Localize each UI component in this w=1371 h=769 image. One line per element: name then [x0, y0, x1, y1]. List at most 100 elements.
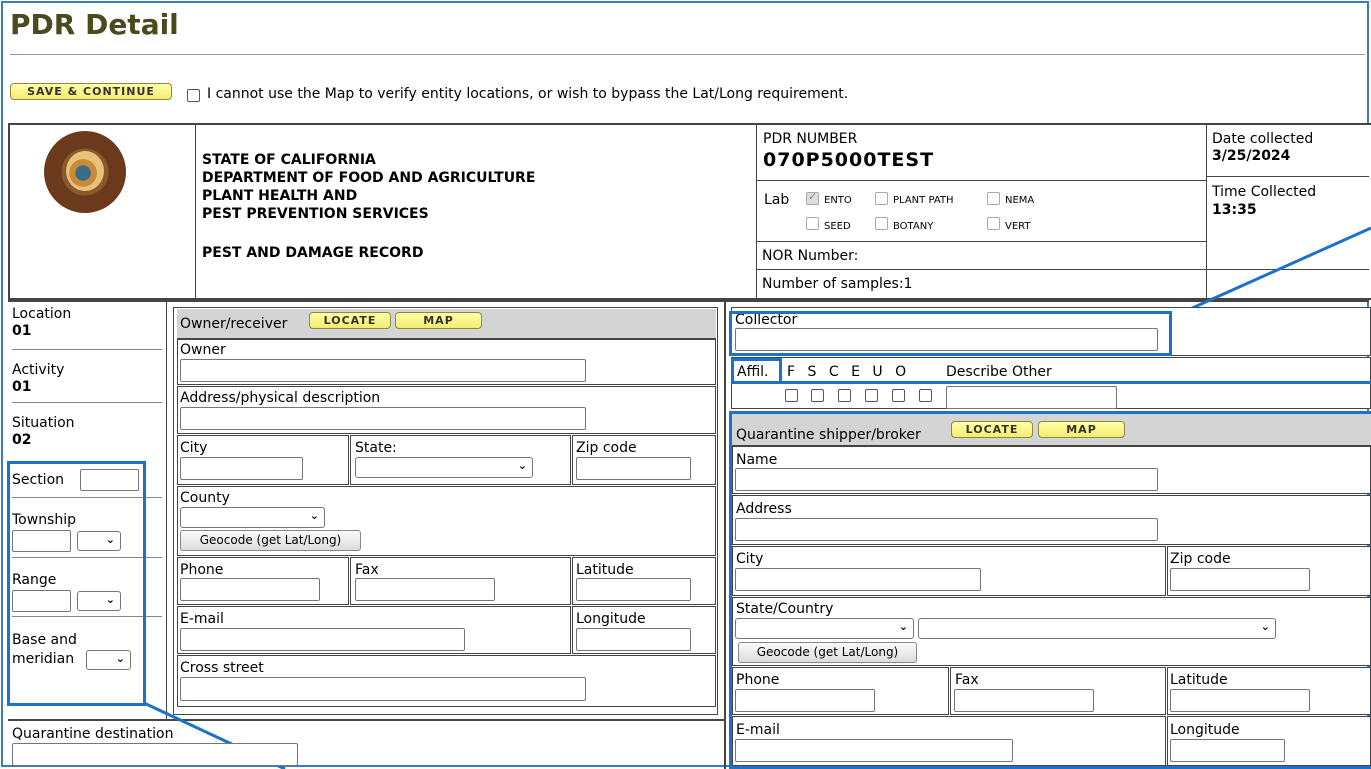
owner-geocode-button[interactable]: Geocode (get Lat/Long): [180, 530, 361, 551]
shipper-longitude-label: Longitude: [1170, 722, 1240, 738]
shipper-locate-button[interactable]: LOCATE: [951, 421, 1033, 438]
owner-address-input[interactable]: [180, 407, 586, 430]
lab-ento-label: ENTO: [824, 195, 852, 206]
date-collected-value: 3/25/2024: [1212, 148, 1291, 164]
lab-label: Lab: [764, 192, 790, 208]
center-divider: [724, 300, 726, 769]
owner-longitude-label: Longitude: [576, 611, 646, 627]
owner-phone-label: Phone: [180, 562, 224, 578]
callout-affil-line: [782, 381, 1371, 384]
owner-longitude-input[interactable]: [576, 628, 691, 651]
affil-f-checkbox[interactable]: [785, 389, 798, 402]
bypass-latlong-label: I cannot use the Map to verify entity lo…: [207, 86, 849, 102]
date-collected-label: Date collected: [1212, 131, 1314, 147]
lab-nema-label: NEMA: [1005, 195, 1035, 206]
shipper-phone-label: Phone: [736, 672, 780, 688]
shipper-city-input[interactable]: [735, 568, 981, 591]
owner-latitude-input[interactable]: [576, 578, 691, 601]
activity-label: Activity: [12, 362, 65, 378]
owner-cross-street-label: Cross street: [180, 660, 264, 676]
agency-line-3: PLANT HEALTH AND: [202, 188, 358, 204]
shipper-fax-input[interactable]: [954, 689, 1094, 712]
activity-divider: [12, 402, 162, 403]
lab-vert-checkbox[interactable]: [987, 217, 1000, 230]
affil-o-checkbox[interactable]: [919, 389, 932, 402]
owner-state-select[interactable]: ⌄: [355, 457, 533, 478]
affil-e-checkbox[interactable]: [865, 389, 878, 402]
owner-email-input[interactable]: [180, 628, 465, 651]
shipper-phone-input[interactable]: [735, 689, 875, 712]
nor-divider: [757, 269, 1369, 270]
nor-number-label: NOR Number:: [762, 248, 859, 264]
shipper-zip-input[interactable]: [1170, 568, 1310, 591]
location-divider: [12, 349, 162, 350]
owner-city-label: City: [180, 440, 208, 456]
owner-zip-input[interactable]: [576, 457, 691, 480]
owner-map-button[interactable]: MAP: [395, 312, 482, 329]
owner-input[interactable]: [180, 359, 586, 382]
left-col-divider: [166, 300, 167, 719]
california-seal-logo: [44, 131, 126, 213]
lab-seed-checkbox[interactable]: [806, 217, 819, 230]
describe-other-input[interactable]: [946, 386, 1117, 409]
affil-code-c: C: [828, 364, 839, 380]
shipper-zip-label: Zip code: [1170, 551, 1231, 567]
chevron-down-icon: ⌄: [309, 509, 319, 522]
affil-code-u: U: [872, 364, 883, 380]
shipper-name-input[interactable]: [735, 468, 1158, 491]
owner-city-input[interactable]: [180, 457, 303, 480]
location-value: 01: [12, 323, 32, 339]
affil-u-checkbox[interactable]: [892, 389, 905, 402]
seal-inner: [66, 151, 104, 191]
situation-value: 02: [12, 432, 32, 448]
record-title: PEST AND DAMAGE RECORD: [202, 245, 424, 261]
owner-fax-input[interactable]: [355, 578, 495, 601]
owner-cross-street-input[interactable]: [180, 677, 586, 701]
lab-plant-path-checkbox[interactable]: [875, 192, 888, 205]
owner-phone-input[interactable]: [180, 578, 320, 601]
bypass-latlong-checkbox[interactable]: [187, 89, 200, 102]
affil-c-checkbox[interactable]: [838, 389, 851, 402]
callout-plss-fields: [7, 461, 146, 706]
shipper-latitude-label: Latitude: [1170, 672, 1228, 688]
owner-county-select[interactable]: ⌄: [180, 507, 325, 528]
shipper-city-label: City: [736, 551, 764, 567]
shipper-country-select[interactable]: ⌄: [918, 618, 1276, 639]
lab-nema-checkbox[interactable]: [987, 192, 1000, 205]
owner-latitude-label: Latitude: [576, 562, 634, 578]
affil-codes: F S C E U O: [787, 364, 906, 380]
pdr-number-label: PDR NUMBER: [763, 131, 858, 147]
body-top-border: [8, 300, 1369, 302]
affil-label: Affil.: [737, 364, 769, 380]
header-divider-2: [756, 124, 757, 299]
lab-plant-path-label: PLANT PATH: [893, 195, 954, 206]
quarantine-destination-input[interactable]: [12, 743, 298, 766]
shipper-state-country-label: State/Country: [736, 601, 834, 617]
time-collected-label: Time Collected: [1212, 184, 1317, 200]
owner-label: Owner: [180, 342, 226, 358]
affil-s-checkbox[interactable]: [811, 389, 824, 402]
lab-botany-label: BOTANY: [893, 221, 934, 232]
chevron-down-icon: ⌄: [517, 459, 527, 472]
header-divider-1: [195, 124, 196, 299]
location-label: Location: [12, 306, 72, 322]
shipper-map-button[interactable]: MAP: [1038, 421, 1125, 438]
shipper-geocode-button[interactable]: Geocode (get Lat/Long): [738, 642, 917, 663]
shipper-longitude-input[interactable]: [1170, 739, 1285, 762]
callout-collector: [729, 311, 1172, 356]
shipper-email-input[interactable]: [735, 739, 1013, 762]
owner-state-label: State:: [355, 440, 397, 456]
shipper-latitude-input[interactable]: [1170, 689, 1310, 712]
agency-line-2: DEPARTMENT OF FOOD AND AGRICULTURE: [202, 170, 536, 186]
lab-botany-checkbox[interactable]: [875, 217, 888, 230]
affil-code-o: O: [895, 364, 907, 380]
number-of-samples-label: Number of samples:1: [762, 276, 913, 292]
owner-locate-button[interactable]: LOCATE: [309, 312, 391, 329]
shipper-address-input[interactable]: [735, 518, 1158, 541]
shipper-fax-label: Fax: [955, 672, 979, 688]
shipper-name-label: Name: [736, 452, 778, 468]
shipper-title: Quarantine shipper/broker: [736, 427, 921, 443]
save-continue-button[interactable]: SAVE & CONTINUE: [10, 83, 172, 100]
lab-ento-checkbox[interactable]: [806, 190, 819, 205]
shipper-state-select[interactable]: ⌄: [735, 618, 914, 639]
